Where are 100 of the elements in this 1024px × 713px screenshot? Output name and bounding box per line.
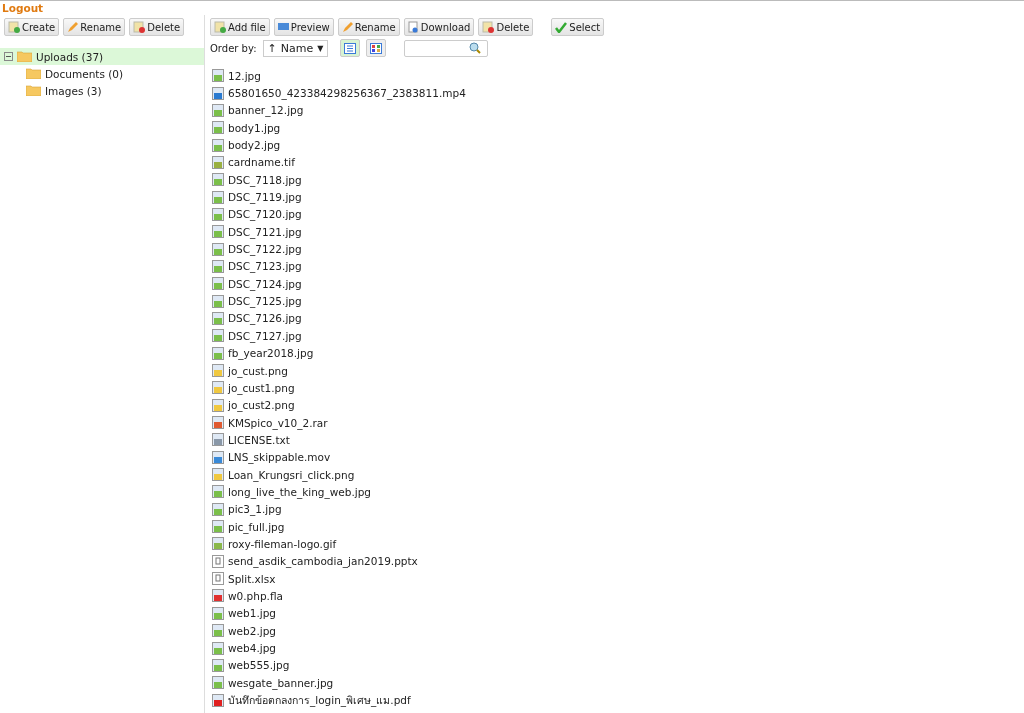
file-row[interactable]: DSC_7119.jpg	[210, 188, 1024, 206]
file-row[interactable]: jo_cust.png	[210, 361, 1024, 380]
file-icon	[212, 433, 224, 447]
monitor-icon	[277, 22, 289, 32]
file-icon	[212, 554, 224, 568]
file-row[interactable]: web1.jpg	[210, 604, 1024, 622]
file-row[interactable]: web2.jpg	[210, 622, 1024, 640]
add-button[interactable]: Add file	[210, 18, 270, 36]
file-icon	[212, 606, 224, 620]
file-row[interactable]: DSC_7124.jpg	[210, 275, 1024, 293]
file-icon	[212, 468, 224, 482]
file-row[interactable]: LNS_skippable.mov	[210, 448, 1024, 466]
file-icon	[212, 138, 224, 152]
file-row[interactable]: DSC_7122.jpg	[210, 240, 1024, 258]
file-icon	[212, 242, 224, 256]
file-row[interactable]: pic_full.jpg	[210, 517, 1024, 536]
file-row[interactable]: web555.jpg	[210, 656, 1024, 675]
file-icon	[212, 69, 224, 83]
plus-icon	[8, 21, 20, 33]
delete-folder-button[interactable]: Delete	[129, 18, 185, 36]
file-icon	[212, 381, 224, 395]
file-row[interactable]: KMSpico_v10_2.rar	[210, 413, 1024, 432]
file-row[interactable]: Loan_Krungsri_click.png	[210, 465, 1024, 484]
download-icon	[407, 21, 419, 33]
file-icon	[212, 225, 224, 239]
file-icon	[212, 658, 224, 672]
file-row[interactable]: pic3_1.jpg	[210, 500, 1024, 518]
file-icon	[212, 207, 224, 221]
file-row[interactable]: jo_cust1.png	[210, 379, 1024, 397]
file-icon	[212, 329, 224, 343]
delete-icon	[482, 21, 495, 33]
list-view-button[interactable]	[340, 39, 361, 57]
file-icon	[212, 693, 224, 707]
delete-icon	[133, 21, 146, 33]
file-icon	[212, 416, 224, 430]
file-row[interactable]: LICENSE.txt	[210, 431, 1024, 449]
file-icon	[212, 537, 224, 551]
file-row[interactable]: Split.xlsx	[210, 569, 1024, 588]
file-row[interactable]: send_asdik_cambodia_jan2019.pptx	[210, 552, 1024, 570]
file-row[interactable]: 65801650_423384298256367_2383811.mp4	[210, 84, 1024, 102]
file-icon	[212, 450, 224, 464]
create-folder-button[interactable]: Create	[4, 18, 60, 36]
file-row[interactable]: DSC_7118.jpg	[210, 171, 1024, 189]
file-icon	[212, 86, 224, 100]
file-row[interactable]: body1.jpg	[210, 119, 1024, 137]
file-row[interactable]: wesgate_banner.jpg	[210, 674, 1024, 692]
folder-icon	[26, 68, 41, 79]
rename-button[interactable]: Rename	[337, 18, 400, 36]
file-row[interactable]: บันทึกข้อตกลงการ_login_พิเศษ_แม.pdf	[210, 691, 1024, 709]
pencil-icon	[67, 21, 79, 33]
file-row[interactable]: fb_year2018.jpg	[210, 344, 1024, 362]
folder-icon	[26, 85, 41, 96]
file-icon	[212, 572, 224, 586]
preview-button[interactable]: Preview	[273, 18, 334, 36]
file-icon	[212, 589, 224, 603]
file-row[interactable]: web4.jpg	[210, 639, 1024, 657]
file-icon	[212, 103, 224, 117]
file-row[interactable]: cardname.tif	[210, 153, 1024, 172]
select-button[interactable]: Select	[551, 18, 605, 36]
file-icon	[212, 485, 224, 499]
download-button[interactable]: Download	[403, 18, 475, 36]
file-row[interactable]: long_live_the_king_web.jpg	[210, 483, 1024, 501]
file-row[interactable]: DSC_7125.jpg	[210, 292, 1024, 310]
delete-button[interactable]: Delete	[478, 18, 534, 36]
tree-item[interactable]: Images (3)	[0, 82, 204, 99]
file-row[interactable]: DSC_7126.jpg	[210, 309, 1024, 328]
tree-item[interactable]: Uploads (37)	[0, 48, 204, 65]
file-icon	[212, 155, 224, 169]
file-row[interactable]: 12.jpg	[210, 67, 1024, 85]
order-select[interactable]: ↑ Name ▼	[262, 39, 329, 57]
pencil-icon	[341, 21, 353, 33]
rename-folder-button[interactable]: Rename	[63, 18, 126, 36]
file-icon	[212, 364, 224, 377]
tree-item[interactable]: Documents (0)	[0, 65, 204, 82]
thumbnail-view-button[interactable]	[366, 39, 387, 57]
file-row[interactable]: jo_cust2.png	[210, 396, 1024, 414]
file-row[interactable]: DSC_7120.jpg	[210, 205, 1024, 224]
checkmark-icon	[555, 21, 568, 33]
file-icon	[212, 121, 224, 135]
collapse-icon[interactable]	[4, 52, 13, 61]
plus-icon	[214, 21, 226, 33]
file-icon	[212, 312, 224, 325]
file-row[interactable]: DSC_7123.jpg	[210, 257, 1024, 276]
search-field[interactable]	[404, 39, 489, 57]
file-icon	[212, 676, 224, 690]
file-row[interactable]: DSC_7127.jpg	[210, 327, 1024, 345]
file-icon	[212, 641, 224, 655]
file-row[interactable]: body2.jpg	[210, 136, 1024, 154]
file-icon	[212, 173, 224, 187]
file-icon	[212, 398, 224, 412]
file-row[interactable]: w0.php.fla	[210, 587, 1024, 605]
file-icon	[212, 520, 224, 534]
file-row[interactable]: banner_12.jpg	[210, 101, 1024, 120]
file-row[interactable]: DSC_7121.jpg	[210, 223, 1024, 241]
file-row[interactable]: roxy-fileman-logo.gif	[210, 535, 1024, 553]
file-icon	[212, 346, 224, 360]
file-icon	[212, 502, 224, 516]
file-icon	[212, 277, 224, 291]
folder-icon	[17, 51, 32, 62]
file-icon	[212, 624, 224, 638]
